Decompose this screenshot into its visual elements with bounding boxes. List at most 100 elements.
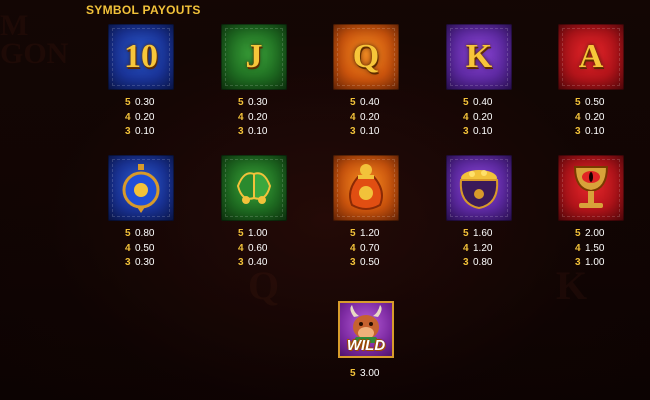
match-count: 4 xyxy=(238,242,244,254)
match-count: 5 xyxy=(125,228,131,239)
payout-value: 0.40 xyxy=(473,97,493,108)
payout-value: 2.00 xyxy=(585,228,605,239)
payout-row: 5 0.30 xyxy=(125,96,154,111)
payout-row: 3 0.80 xyxy=(463,256,492,271)
match-count: 4 xyxy=(575,111,581,123)
match-count: 3 xyxy=(238,126,244,137)
match-count: 5 xyxy=(350,97,356,108)
payout-value: 0.20 xyxy=(248,111,268,123)
symbol-glyph xyxy=(108,155,174,221)
symbol-payouts: 5 1.20 4 0.70 3 0.50 xyxy=(350,227,379,271)
symbol-glyph: 10 xyxy=(124,38,158,75)
payout-value: 1.00 xyxy=(585,257,605,268)
symbol-payouts: 5 0.40 4 0.20 3 0.10 xyxy=(350,96,379,140)
payout-value: 0.80 xyxy=(135,228,155,239)
payout-row: 5 0.50 xyxy=(575,96,604,111)
payout-row: 4 0.50 xyxy=(125,242,154,257)
payout-value: 1.60 xyxy=(473,228,493,239)
payout-row: 3 0.30 xyxy=(125,256,154,271)
symbol-payouts: 5 0.80 4 0.50 3 0.30 xyxy=(125,227,154,271)
match-count: 5 xyxy=(238,228,244,239)
payout-row: 3 0.10 xyxy=(238,125,267,140)
wild-payouts: 5 3.00 xyxy=(350,367,379,382)
symbol-glyph xyxy=(558,155,624,221)
payout-value: 0.30 xyxy=(135,257,155,268)
payout-value: 0.10 xyxy=(248,126,268,137)
match-count: 4 xyxy=(125,111,131,123)
payout-row: 5 0.80 xyxy=(125,227,154,242)
payout-value: 1.00 xyxy=(248,228,268,239)
payout-value: 0.20 xyxy=(360,111,380,123)
payout-row: 4 0.20 xyxy=(125,111,154,126)
match-count: 3 xyxy=(238,257,244,268)
symbol-payouts: 5 1.00 4 0.60 3 0.40 xyxy=(238,227,267,271)
payout-row: 5 0.40 xyxy=(463,96,492,111)
payout-row: 5 0.30 xyxy=(238,96,267,111)
payout-row: 3 0.10 xyxy=(575,125,604,140)
match-count: 4 xyxy=(350,242,356,254)
match-count: 5 xyxy=(238,97,244,108)
paytable-overlay xyxy=(0,0,650,400)
payout-value: 0.20 xyxy=(585,111,605,123)
symbol-glyph: J xyxy=(245,38,263,75)
match-count: 4 xyxy=(350,111,356,123)
payout-value: 0.30 xyxy=(248,97,268,108)
payout-row: 5 1.60 xyxy=(463,227,492,242)
paytable-title: SYMBOL PAYOUTS xyxy=(86,3,201,17)
payout-row: 4 0.20 xyxy=(575,111,604,126)
symbol-glyph xyxy=(446,155,512,221)
jack-card-icon: J xyxy=(221,24,287,90)
match-count: 5 xyxy=(463,228,469,239)
ox-wild-icon: WILD xyxy=(338,301,394,358)
payout-value: 0.60 xyxy=(248,242,268,254)
payout-value: 0.40 xyxy=(360,97,380,108)
payout-value: 0.10 xyxy=(473,126,493,137)
ace-card-icon: A xyxy=(558,24,624,90)
payout-row: 3 0.40 xyxy=(238,256,267,271)
king-card-icon: K xyxy=(446,24,512,90)
payout-row: 3 1.00 xyxy=(575,256,604,271)
match-count: 3 xyxy=(463,257,469,268)
coin-bag-icon xyxy=(333,155,399,221)
match-count: 4 xyxy=(125,242,131,254)
match-count: 4 xyxy=(238,111,244,123)
payout-value: 0.10 xyxy=(585,126,605,137)
payout-value: 0.50 xyxy=(360,257,380,268)
match-count: 3 xyxy=(350,126,356,137)
match-count: 5 xyxy=(350,228,356,239)
match-count: 5 xyxy=(575,228,581,239)
payout-row: 4 1.20 xyxy=(463,242,492,257)
payout-value: 0.50 xyxy=(135,242,155,254)
symbol-payouts: 5 0.30 4 0.20 3 0.10 xyxy=(125,96,154,140)
payout-value: 0.10 xyxy=(135,126,155,137)
treasure-pot-icon xyxy=(446,155,512,221)
payout-value: 1.20 xyxy=(360,228,380,239)
match-count: 4 xyxy=(575,242,581,254)
payout-row: 5 0.40 xyxy=(350,96,379,111)
payout-row: 3 0.10 xyxy=(463,125,492,140)
match-count: 3 xyxy=(350,257,356,268)
symbol-glyph: A xyxy=(578,38,604,75)
symbol-glyph: K xyxy=(465,38,493,75)
symbol-payouts: 5 0.40 4 0.20 3 0.10 xyxy=(463,96,492,140)
lantern-icon xyxy=(108,155,174,221)
match-count: 5 xyxy=(575,97,581,108)
payout-value: 0.80 xyxy=(473,257,493,268)
payout-value: 0.10 xyxy=(360,126,380,137)
payout-value: 1.50 xyxy=(585,242,605,254)
payout-row: 4 0.60 xyxy=(238,242,267,257)
payout-row: 3 0.10 xyxy=(350,125,379,140)
payout-row: 4 0.70 xyxy=(350,242,379,257)
payout-row: 5 3.00 xyxy=(350,367,379,382)
bells-icon xyxy=(221,155,287,221)
payout-row: 3 0.50 xyxy=(350,256,379,271)
match-count: 5 xyxy=(350,368,356,379)
match-count: 4 xyxy=(463,242,469,254)
payout-value: 3.00 xyxy=(360,368,380,379)
match-count: 5 xyxy=(463,97,469,108)
match-count: 3 xyxy=(463,126,469,137)
payout-row: 4 0.20 xyxy=(350,111,379,126)
match-count: 5 xyxy=(125,97,131,108)
payout-row: 4 0.20 xyxy=(238,111,267,126)
payout-value: 1.20 xyxy=(473,242,493,254)
